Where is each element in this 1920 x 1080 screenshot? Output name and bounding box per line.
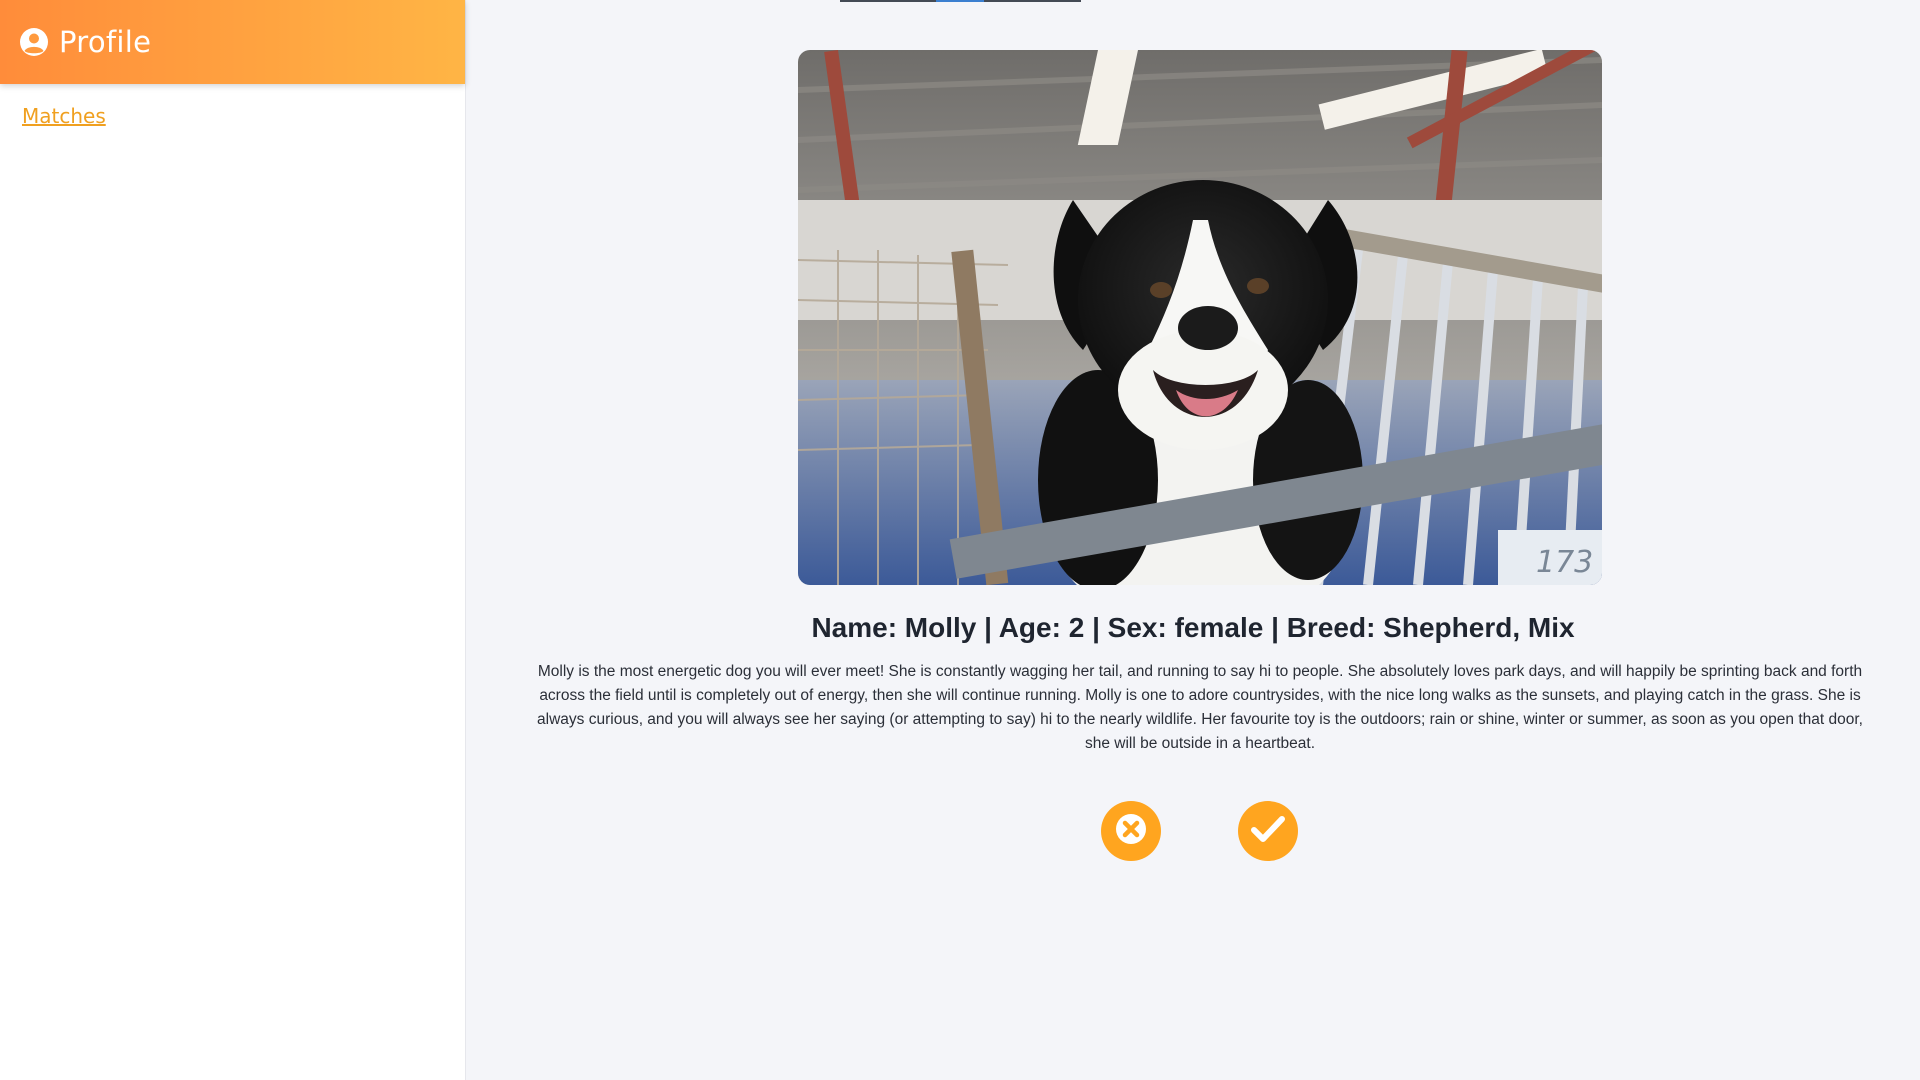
dog-info-line: Name: Molly | Age: 2 | Sex: female | Bre… xyxy=(811,612,1575,643)
top-divider-active xyxy=(936,0,984,2)
user-circle-icon xyxy=(19,27,49,57)
reject-button[interactable] xyxy=(1101,801,1161,861)
profile-title: Profile xyxy=(59,25,152,59)
sidebar: Profile Matches xyxy=(0,0,466,1080)
profile-header[interactable]: Profile xyxy=(0,0,465,84)
check-circle-icon xyxy=(1250,814,1286,849)
photo-sign-text: 173 xyxy=(1536,545,1593,580)
dog-bio: Molly is the most energetic dog you will… xyxy=(537,663,1863,752)
x-circle-icon xyxy=(1114,812,1148,851)
dog-photo: 173 xyxy=(798,50,1602,585)
accept-button[interactable] xyxy=(1238,801,1298,861)
matches-link[interactable]: Matches xyxy=(22,104,106,128)
